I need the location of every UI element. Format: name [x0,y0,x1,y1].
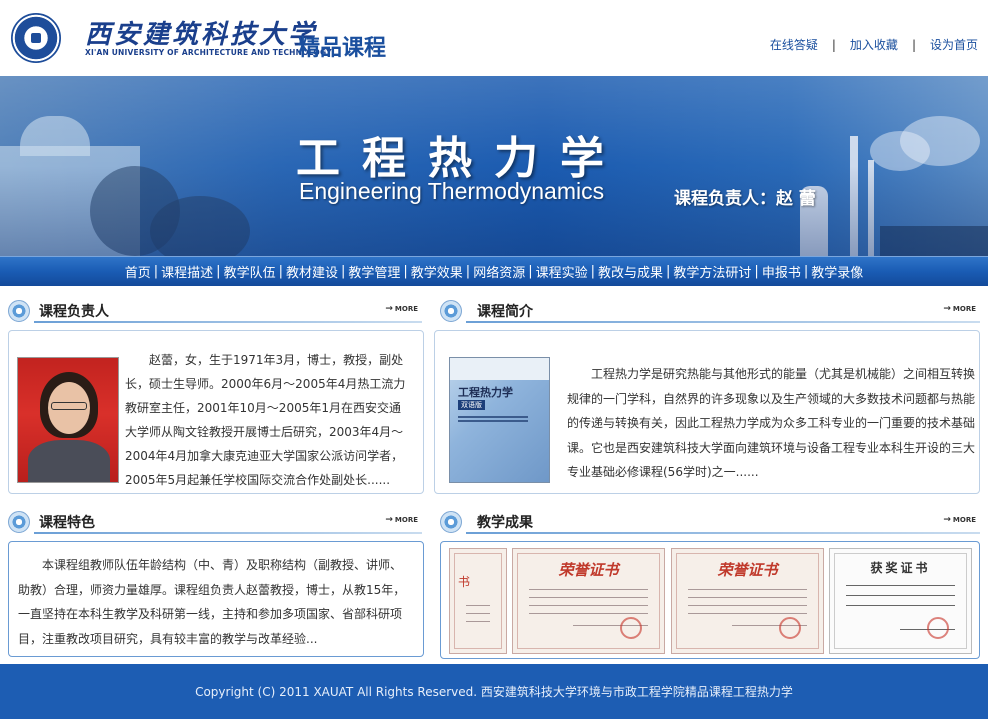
intro-panel-title: 课程简介 [477,304,533,320]
nav-item-methods[interactable]: 教学方法研讨 [670,262,754,281]
footer: Copyright (C) 2011 XAUAT All Rights Rese… [0,664,988,719]
nav-item-description[interactable]: 课程描述 [158,262,216,281]
nav-item-textbooks[interactable]: 教材建设 [283,262,341,281]
features-panel-header: 课程特色 → MORE [8,510,422,534]
red-seal-icon [927,617,949,639]
nav-item-reform[interactable]: 教改与成果 [595,262,666,281]
leader-photo[interactable] [17,357,119,483]
online-qa-link[interactable]: 在线答疑 [766,36,822,53]
copyright-text: Copyright (C) 2011 XAUAT All Rights Rese… [195,685,793,699]
site-title: 精品课程 [298,36,387,61]
nav-item-team[interactable]: 教学队伍 [221,262,279,281]
disc-icon [440,511,462,533]
disc-icon [8,511,30,533]
disc-icon [8,300,30,322]
arrow-right-icon: → [943,515,951,525]
nav-item-videos[interactable]: 教学录像 [808,262,866,281]
add-favorite-link[interactable]: 加入收藏 [846,36,902,53]
achievements-more-link[interactable]: → MORE [943,515,976,525]
nav-item-home[interactable]: 首页 [122,262,154,281]
university-name-cn[interactable]: 西安建筑科技大学 [85,14,317,51]
intro-text: 工程热力学是研究热能与其他形式的能量（尤其是机械能）之间相互转换规律的一门学科，… [567,367,976,479]
nav-item-effect[interactable]: 教学效果 [408,262,466,281]
divider: | [831,37,836,52]
nav-item-resources[interactable]: 网络资源 [470,262,528,281]
arrow-right-icon: → [385,515,393,525]
arrow-right-icon: → [943,304,951,314]
achievements-panel-title: 教学成果 [477,515,533,531]
leader-more-link[interactable]: → MORE [385,304,418,314]
nav-item-application[interactable]: 申报书 [759,262,804,281]
red-seal-icon [779,617,801,639]
leader-panel-header: 课程负责人 → MORE [8,299,422,323]
features-panel-title: 课程特色 [39,515,95,531]
certificate-image[interactable]: 荣誉证书 [512,548,665,654]
course-banner: 工程热力学 Engineering Thermodynamics 课程负责人：赵… [0,76,988,256]
header: 西安建筑科技大学 XI'AN UNIVERSITY OF ARCHITECTUR… [0,0,988,76]
textbook-title: 工程热力学 [458,386,513,399]
university-name-en: XI'AN UNIVERSITY OF ARCHITECTURE AND TEC… [85,48,332,57]
banner-title-cn: 工程热力学 [296,133,626,184]
achievements-panel-header: 教学成果 → MORE [440,510,980,534]
banner-course-lead: 课程负责人：赵 蕾 [674,189,816,209]
main-nav: 首页 | 课程描述 | 教学队伍 | 教材建设 | 教学管理 | 教学效果 | 网络资源 | … [0,256,988,286]
intro-more-link[interactable]: → MORE [943,304,976,314]
red-seal-icon [620,617,642,639]
certificate-image[interactable]: 书 [449,548,507,654]
features-text: 本课程组教师队伍年龄结构（中、青）及职称结构（副教授、讲师、助教）合理，师资力量… [18,558,406,646]
certificate-image[interactable]: 获奖证书 [829,548,972,654]
set-homepage-link[interactable]: 设为首页 [926,36,982,53]
textbook-subtitle: 双语版 [458,400,485,410]
university-seal-icon[interactable] [11,13,61,63]
leader-panel-title: 课程负责人 [39,304,109,320]
leader-bio: 赵蕾，女，生于1971年3月，博士，教授，副处长，硕士生导师。2000年6月～2… [125,353,406,487]
divider: | [911,37,916,52]
textbook-cover-image[interactable]: 工程热力学 双语版 [449,357,550,483]
nav-item-experiments[interactable]: 课程实验 [533,262,591,281]
banner-title-en: Engineering Thermodynamics [299,178,605,204]
top-links: 在线答疑 | 加入收藏 | 设为首页 [766,36,982,53]
intro-panel-header: 课程简介 → MORE [440,299,980,323]
arrow-right-icon: → [385,304,393,314]
certificate-image[interactable]: 荣誉证书 [671,548,824,654]
nav-item-management[interactable]: 教学管理 [345,262,403,281]
features-more-link[interactable]: → MORE [385,515,418,525]
disc-icon [440,300,462,322]
